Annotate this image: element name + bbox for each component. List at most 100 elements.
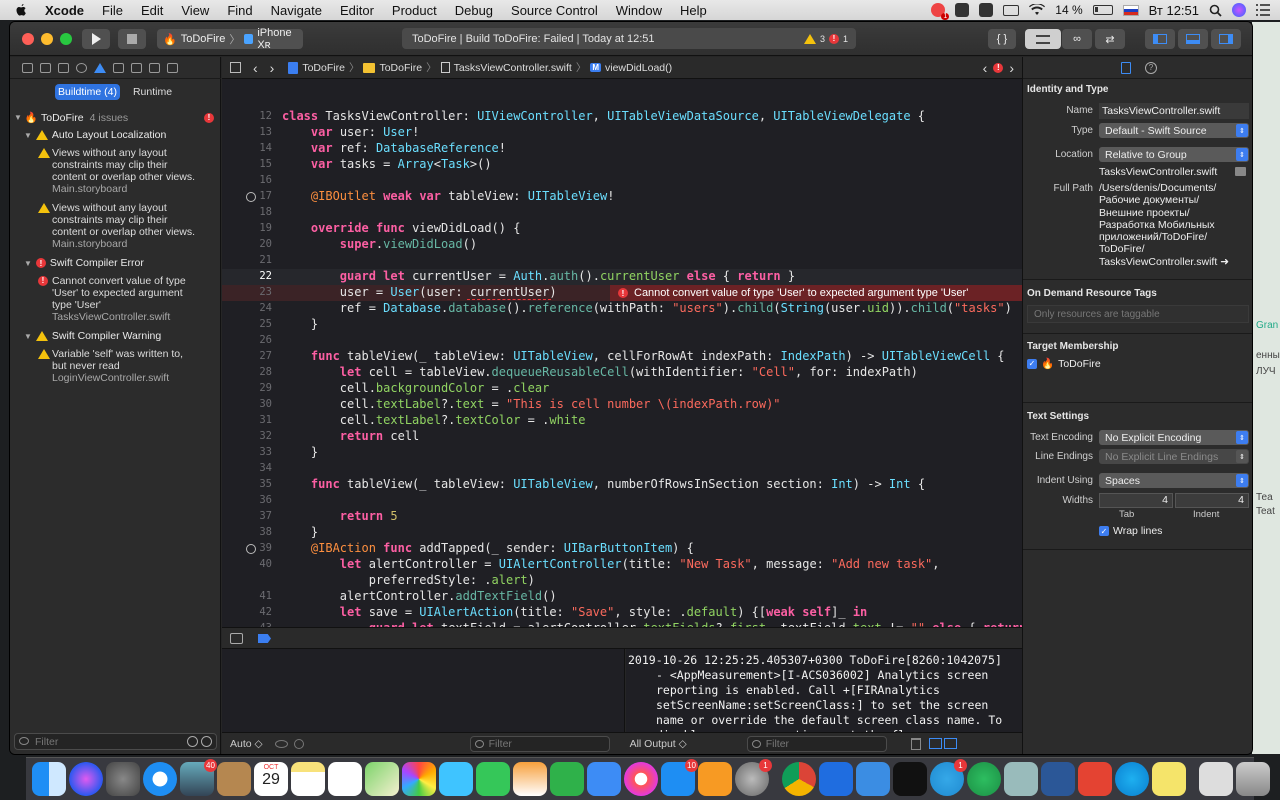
- code-line[interactable]: @IBAction func addTapped(_ sender: UIBar…: [282, 541, 694, 555]
- flag-ru-icon[interactable]: [1122, 4, 1139, 16]
- notification-center-icon[interactable]: [1256, 4, 1270, 16]
- name-field[interactable]: TasksViewController.swift: [1099, 103, 1249, 119]
- line-number[interactable]: 40: [222, 558, 272, 570]
- line-number[interactable]: 12: [222, 110, 272, 122]
- file-inspector-icon[interactable]: [1121, 62, 1131, 74]
- back-arrow-icon[interactable]: ‹: [253, 60, 258, 76]
- fullpath-value[interactable]: /Users/denis/Documents/ Рабочие документ…: [1099, 182, 1249, 268]
- next-issue-icon[interactable]: ›: [1009, 60, 1014, 76]
- code-line[interactable]: cell.textLabel?.textColor = .white: [282, 413, 586, 427]
- notification-app-icon[interactable]: 1: [931, 3, 950, 20]
- breakpoint-icon[interactable]: [149, 62, 160, 73]
- menu-find[interactable]: Find: [218, 3, 261, 18]
- code-line[interactable]: guard let currentUser = Auth.auth().curr…: [282, 269, 795, 283]
- chrome-icon[interactable]: [782, 762, 816, 796]
- split-view-icon[interactable]: [943, 738, 957, 749]
- variables-scope-selector[interactable]: Auto ◇: [230, 738, 263, 750]
- issue-item[interactable]: ! Cannot convert value of type 'User' to…: [38, 275, 218, 323]
- code-line[interactable]: let cell = tableView.dequeueReusableCell…: [282, 365, 918, 379]
- zoom-window-button[interactable]: [60, 33, 72, 45]
- line-number[interactable]: 24: [222, 302, 272, 314]
- wifi-icon[interactable]: [1029, 4, 1046, 16]
- code-line[interactable]: return 5: [282, 509, 398, 523]
- library-button[interactable]: { }: [988, 29, 1016, 49]
- reminders-icon[interactable]: [328, 762, 362, 796]
- breakpoint-toggle-icon[interactable]: [258, 634, 271, 643]
- preview-icon[interactable]: [1004, 762, 1038, 796]
- line-number[interactable]: 23: [222, 286, 272, 298]
- siri-icon[interactable]: [69, 762, 103, 796]
- line-number[interactable]: 28: [222, 366, 272, 378]
- line-number[interactable]: 37: [222, 510, 272, 522]
- photos-icon[interactable]: [402, 762, 436, 796]
- battery-percent[interactable]: 14 %: [1055, 3, 1082, 17]
- code-line[interactable]: super.viewDidLoad(): [282, 237, 477, 251]
- forward-arrow-icon[interactable]: ›: [270, 60, 275, 76]
- breadcrumb-group[interactable]: ToDoFire: [379, 62, 422, 74]
- code-line[interactable]: class TasksViewController: UIViewControl…: [282, 109, 925, 123]
- code-line[interactable]: @IBOutlet weak var tableView: UITableVie…: [282, 189, 615, 203]
- screen-icon[interactable]: [1003, 4, 1020, 16]
- menu-edit[interactable]: Edit: [132, 3, 172, 18]
- code-line[interactable]: let alertController = UIAlertController(…: [282, 557, 940, 571]
- test-icon[interactable]: [113, 62, 124, 73]
- safari-icon[interactable]: [143, 762, 177, 796]
- disclosure-triangle-icon[interactable]: ▼: [24, 259, 32, 268]
- finder-icon[interactable]: [32, 762, 66, 796]
- folder-icon[interactable]: [22, 62, 33, 73]
- console-output-selector[interactable]: All Output ◇: [630, 738, 687, 750]
- outlet-connection-icon[interactable]: [246, 192, 256, 202]
- text-encoding-popup[interactable]: No Explicit Encoding ⇕: [1099, 430, 1249, 445]
- line-number[interactable]: 20: [222, 238, 272, 250]
- console-filter-input[interactable]: Filter: [746, 735, 887, 752]
- line-number[interactable]: 13: [222, 126, 272, 138]
- breadcrumb-file[interactable]: TasksViewController.swift: [454, 62, 572, 74]
- messages-icon[interactable]: [439, 762, 473, 796]
- line-number[interactable]: 26: [222, 334, 272, 346]
- report-icon[interactable]: [167, 62, 178, 73]
- variables-filter-input[interactable]: Filter: [469, 735, 610, 752]
- code-line[interactable]: }: [282, 317, 318, 331]
- downloads-stack-icon[interactable]: [1199, 762, 1233, 796]
- line-number[interactable]: 14: [222, 142, 272, 154]
- line-number[interactable]: 29: [222, 382, 272, 394]
- spotlight-search-icon[interactable]: [1209, 4, 1222, 17]
- code-line[interactable]: override func viewDidLoad() {: [282, 221, 521, 235]
- odr-tags-field[interactable]: Only resources are taggable: [1027, 305, 1249, 323]
- code-line[interactable]: ref = Database.database().reference(with…: [282, 301, 1012, 315]
- menu-app-name[interactable]: Xcode: [36, 3, 93, 18]
- stickies-icon[interactable]: [1152, 762, 1186, 796]
- inline-error-message[interactable]: ! Cannot convert value of type 'User' to …: [610, 285, 1022, 301]
- photos-app-icon[interactable]: 40: [180, 759, 217, 796]
- siri-icon[interactable]: [1232, 3, 1246, 17]
- line-number[interactable]: 19: [222, 222, 272, 234]
- line-number[interactable]: 21: [222, 254, 272, 266]
- numbers-icon[interactable]: [550, 762, 584, 796]
- terminal-icon[interactable]: [893, 762, 927, 796]
- menu-product[interactable]: Product: [383, 3, 446, 18]
- disclosure-triangle-icon[interactable]: ▼: [14, 113, 22, 122]
- issue-item[interactable]: Variable 'self' was written to, but neve…: [38, 348, 218, 384]
- disclosure-triangle-icon[interactable]: ▼: [24, 332, 32, 341]
- error-icon[interactable]: !: [993, 62, 1004, 73]
- folder-icon[interactable]: [1235, 167, 1246, 176]
- word-icon[interactable]: [1041, 762, 1075, 796]
- minimize-window-button[interactable]: [41, 33, 53, 45]
- stop-button[interactable]: [118, 29, 146, 49]
- code-line[interactable]: let save = UIAlertAction(title: "Save", …: [282, 605, 867, 619]
- app-store-icon[interactable]: 10: [661, 759, 698, 796]
- code-line[interactable]: var user: User!: [282, 125, 419, 139]
- indent-width-field[interactable]: 4: [1175, 493, 1249, 508]
- line-number[interactable]: 27: [222, 350, 272, 362]
- file-type-popup[interactable]: Default - Swift Source ⇕: [1099, 123, 1249, 138]
- checkbox-checked-icon[interactable]: ✓: [1099, 526, 1109, 536]
- line-number[interactable]: 35: [222, 478, 272, 490]
- line-number[interactable]: 16: [222, 174, 272, 186]
- line-number[interactable]: 30: [222, 398, 272, 410]
- launchpad-icon[interactable]: [106, 762, 140, 796]
- assistant-editor-button[interactable]: ∞: [1062, 29, 1092, 49]
- source-control-icon[interactable]: [40, 62, 51, 73]
- close-window-button[interactable]: [22, 33, 34, 45]
- notes-icon[interactable]: [291, 762, 325, 796]
- battery-icon[interactable]: [1092, 5, 1113, 15]
